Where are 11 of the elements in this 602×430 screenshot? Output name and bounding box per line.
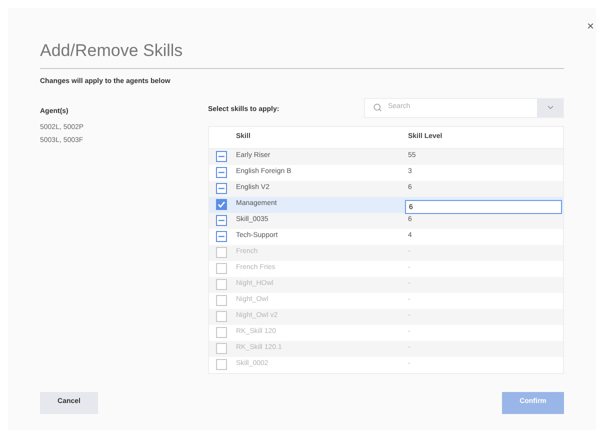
search-icon [373,103,382,112]
dropdown-button[interactable] [537,98,563,116]
dialog-title: Add/Remove Skills [40,40,184,62]
partial-checkbox[interactable] [216,231,226,242]
partial-checkbox[interactable] [216,167,226,178]
partial-checkbox[interactable] [216,183,226,194]
checked-checkbox[interactable] [216,199,226,210]
partial-checkbox[interactable] [216,215,226,226]
partial-checkbox[interactable] [216,151,226,162]
chevron-icon [546,103,554,112]
close-button[interactable]: × [586,20,594,32]
